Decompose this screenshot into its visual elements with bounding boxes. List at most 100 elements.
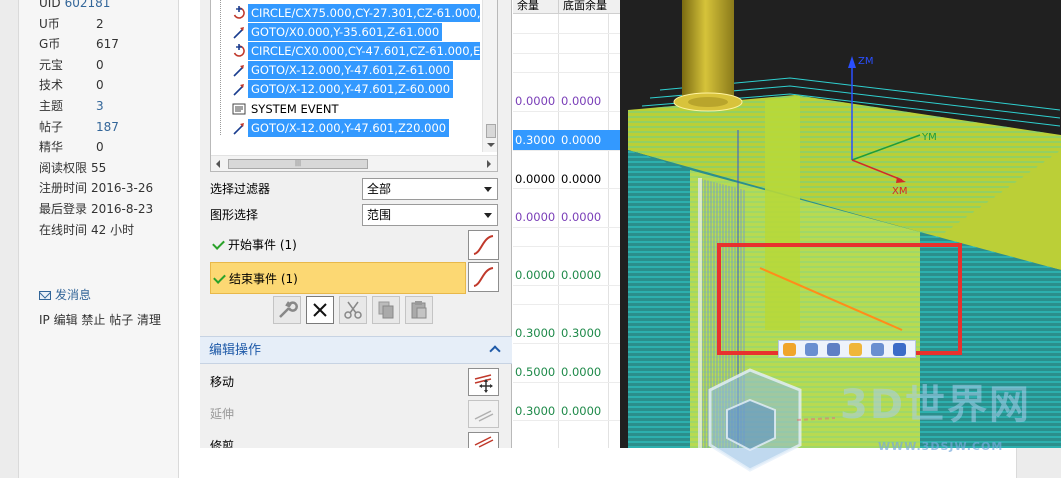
delete-button[interactable] (306, 296, 334, 324)
post-screenshot: CIRCLE/CX75.000,CY-27.301,CZ-61.000,EX- G… (200, 0, 1061, 448)
table-gridline (513, 53, 620, 54)
curve-icon (473, 235, 494, 255)
scroll-right-arrow-icon[interactable] (487, 160, 491, 168)
graphic-select[interactable]: 范围 (362, 204, 498, 226)
column-header-stock[interactable]: 余量 (517, 0, 539, 12)
edit-operations-section-header[interactable]: 编辑操作 (200, 336, 512, 364)
table-row[interactable]: 0.3000 0.3000 (513, 323, 620, 343)
start-event-row[interactable]: 开始事件 (1) (210, 229, 466, 261)
floor-stock-cell: 0.0000 (561, 172, 602, 186)
image-icon[interactable] (805, 343, 818, 356)
column-header-floor-stock[interactable]: 底面余量 (563, 0, 607, 12)
tree-item[interactable]: GOTO/X-12.000,Y-47.601,Z-61.000 (231, 61, 483, 80)
scroll-down-arrow-icon[interactable] (487, 143, 495, 147)
table-row[interactable]: 0.0000 0.0000 (513, 265, 620, 285)
stock-cell: 0.0000 (515, 268, 556, 282)
table-gridline (513, 227, 620, 228)
attach-icon[interactable] (871, 343, 884, 356)
stock-cell: 0.3000 (515, 133, 556, 147)
filter-select[interactable]: 全部 (362, 178, 498, 200)
table-gridline (513, 111, 620, 112)
stock-cell: 0.0000 (515, 94, 556, 108)
system-event-icon (231, 101, 247, 117)
checkmark-icon (213, 271, 226, 284)
admin-links[interactable]: IP 编辑 禁止 帖子 清理 (39, 312, 169, 328)
copy-button[interactable] (372, 296, 400, 324)
table-row[interactable]: 0.0000 0.0000 (513, 207, 620, 227)
tree-item-label: CIRCLE/CX0.000,CY-47.601,CZ-61.000,EX- (248, 42, 480, 61)
scroll-left-arrow-icon[interactable] (216, 160, 220, 168)
stock-cell: 0.3000 (515, 404, 556, 418)
table-row[interactable]: 0.0000 0.0000 (513, 169, 620, 189)
paste-button[interactable] (405, 296, 433, 324)
tree-item[interactable]: CIRCLE/CX75.000,CY-27.301,CZ-61.000,EX- (231, 4, 483, 22)
profile-row: UID 602181 (39, 0, 110, 13)
smile-emoji-icon[interactable] (783, 343, 796, 356)
profile-row: 主题 3 (39, 96, 104, 116)
column-divider (558, 0, 559, 14)
profile-value[interactable]: 602181 (65, 0, 111, 10)
tree-horizontal-scrollbar[interactable]: ||| (211, 155, 497, 171)
end-event-label: 结束事件 (1) (229, 272, 298, 286)
profile-value: 0 (96, 78, 104, 93)
send-message-link[interactable]: 发消息 (39, 286, 91, 304)
profile-row: G币 617 (39, 34, 119, 54)
chevron-up-icon[interactable] (489, 345, 501, 357)
picture-icon[interactable] (827, 343, 840, 356)
wrench-icon (279, 301, 298, 318)
toolpath-tree[interactable]: CIRCLE/CX75.000,CY-27.301,CZ-61.000,EX- G… (210, 0, 498, 172)
start-event-curve-button[interactable] (468, 230, 499, 260)
profile-row: 最后登录 2016-8-23 (39, 199, 153, 219)
table-gridline (513, 150, 620, 151)
end-event-row[interactable]: 结束事件 (1) (210, 262, 466, 294)
extend-icon (474, 410, 494, 422)
curve-icon (473, 267, 494, 287)
stock-cell: 0.3000 (515, 326, 556, 340)
table-row[interactable]: 0.0000 0.0000 (513, 91, 620, 111)
vertical-scroll-thumb[interactable] (486, 124, 496, 138)
filter-select-value: 全部 (367, 182, 392, 196)
profile-row: 帖子 187 (39, 117, 119, 137)
tree-item-label: SYSTEM EVENT (251, 101, 339, 116)
profile-value[interactable]: 3 (96, 99, 104, 113)
close-icon (313, 303, 327, 317)
edit-operations-title: 编辑操作 (209, 343, 262, 358)
profile-key: G币 (39, 37, 61, 52)
extend-button[interactable] (468, 400, 499, 428)
tree-item[interactable]: GOTO/X0.000,Y-35.601,Z-61.000 (231, 23, 483, 42)
wrench-button[interactable] (273, 296, 301, 324)
table-row[interactable]: 0.3000 0.0000 (513, 401, 620, 421)
cam-model-graphic: ZM YM XM (628, 0, 1061, 448)
end-event-curve-button[interactable] (468, 262, 499, 292)
profile-value: 55 (91, 160, 107, 175)
tree-item[interactable]: SYSTEM EVENT (231, 100, 483, 118)
tree-vertical-scrollbar[interactable] (482, 0, 497, 152)
tree-item[interactable]: GOTO/X-12.000,Y-47.601,Z-60.000 (231, 80, 483, 99)
table-row[interactable]: 0.5000 0.0000 (513, 362, 620, 382)
profile-key: 技术 (39, 78, 64, 93)
profile-value[interactable]: 187 (96, 120, 119, 134)
table-header: 余量 底面余量 (513, 0, 620, 14)
upload-icon[interactable] (893, 343, 906, 356)
stock-cell: 0.0000 (515, 172, 556, 186)
tree-item[interactable]: CIRCLE/CX0.000,CY-47.601,CZ-61.000,EX- (231, 42, 483, 61)
goto-arrow-icon (231, 24, 247, 40)
face-emoji-icon[interactable] (849, 343, 862, 356)
cut-button[interactable] (339, 296, 367, 324)
tree-item-label: GOTO/X-12.000,Y-47.601,Z-61.000 (248, 61, 454, 80)
floor-stock-cell: 0.0000 (561, 268, 602, 282)
table-gridline (513, 246, 620, 247)
tree-item[interactable]: GOTO/X-12.000,Y-47.601,Z20.000 (231, 118, 483, 137)
operation-navigator-panel: CIRCLE/CX75.000,CY-27.301,CZ-61.000,EX- G… (200, 0, 512, 448)
table-gridline (513, 285, 620, 286)
move-button[interactable] (468, 368, 499, 396)
stock-cell: 0.0000 (515, 210, 556, 224)
profile-row: 阅读权限 55 (39, 158, 106, 178)
floor-stock-cell: 0.0000 (561, 94, 602, 108)
cam-3d-viewport[interactable]: ZM YM XM (620, 0, 1061, 448)
trim-button[interactable] (468, 432, 499, 448)
checkmark-icon (212, 237, 225, 250)
profile-value: 0 (96, 57, 104, 72)
scissors-icon (344, 301, 362, 319)
table-row[interactable]: 0.3000 0.0000 (513, 130, 620, 150)
